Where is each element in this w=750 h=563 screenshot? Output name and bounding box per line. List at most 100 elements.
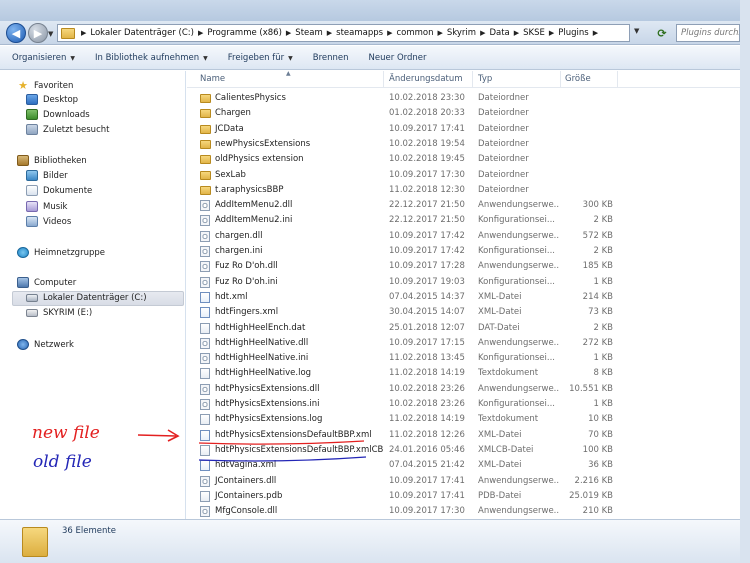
chevron-right-icon[interactable]: ▶ [284, 29, 293, 37]
table-row[interactable]: t.araphysicsBBP 11.02.2018 12:30 Dateiordn… [187, 183, 740, 198]
search-input[interactable]: Plugins durchsuchen [676, 24, 740, 42]
nav-favorites[interactable]: ★ Favoriten [17, 79, 73, 92]
breadcrumb-item[interactable]: steamapps [334, 28, 385, 38]
nav-desktop[interactable]: Desktop [26, 94, 78, 105]
chevron-right-icon[interactable]: ▶ [478, 29, 487, 37]
table-row[interactable]: AddItemMenu2.ini 22.12.2017 21:50 Konfigur… [187, 213, 740, 228]
table-row[interactable]: chargen.ini 10.09.2017 17:42 Konfiguration… [187, 244, 740, 259]
path-dropdown-button[interactable]: ▼ [634, 27, 639, 35]
nav-libraries[interactable]: Bibliotheken [17, 155, 87, 166]
table-row[interactable]: hdt.xml 07.04.2015 14:37 XML-Datei 214 KB [187, 290, 740, 305]
table-row[interactable]: Fuz Ro D'oh.dll 10.09.2017 17:28 Anwendung… [187, 259, 740, 274]
nav-computer[interactable]: Computer [17, 277, 76, 288]
table-row[interactable]: hdtPhysicsExtensions.ini 10.02.2018 23:26… [187, 397, 740, 412]
table-row[interactable]: hdtPhysicsExtensions.log 11.02.2018 14:19… [187, 412, 740, 427]
table-row[interactable]: JContainers.pdb 10.09.2017 17:41 PDB-Datei… [187, 489, 740, 504]
column-header-modified[interactable]: Änderungsdatum [389, 74, 463, 84]
column-divider[interactable] [560, 71, 561, 88]
path-field[interactable]: ▶ Lokaler Datenträger (C:) ▶ Programme (… [57, 24, 630, 42]
table-row[interactable]: hdtHighHeelNative.ini 11.02.2018 13:45 Kon… [187, 351, 740, 366]
nav-downloads[interactable]: Downloads [26, 109, 90, 120]
organize-button[interactable]: Organisieren ▼ [12, 53, 75, 63]
table-row[interactable]: hdtHighHeelEnch.dat 25.01.2018 12:07 DAT-D… [187, 321, 740, 336]
breadcrumb-item[interactable]: Data [487, 28, 511, 38]
chevron-right-icon[interactable]: ▶ [435, 29, 444, 37]
chevron-right-icon[interactable]: ▶ [79, 29, 88, 37]
folder-icon [200, 124, 211, 134]
breadcrumb-item[interactable]: SKSE [521, 28, 547, 38]
breadcrumb-item[interactable]: Plugins [556, 28, 590, 38]
chevron-right-icon[interactable]: ▶ [591, 29, 600, 37]
documents-icon [26, 185, 38, 196]
table-row[interactable]: hdtVagina.xml 07.04.2015 21:42 XML-Datei 36… [187, 458, 740, 473]
table-row[interactable]: Chargen 01.02.2018 20:33 Dateiordner [187, 106, 740, 121]
chevron-right-icon[interactable]: ▶ [385, 29, 394, 37]
sort-ascending-icon: ▲ [286, 70, 291, 77]
include-library-button[interactable]: In Bibliothek aufnehmen ▼ [95, 53, 208, 63]
column-header-name[interactable]: Name [200, 74, 225, 84]
file-name: hdtPhysicsExtensions.ini [215, 399, 320, 409]
table-row[interactable]: JContainers.dll 10.09.2017 17:41 Anwendung… [187, 474, 740, 489]
command-bar: Organisieren ▼ In Bibliothek aufnehmen ▼ F… [0, 46, 740, 70]
column-divider[interactable] [617, 71, 618, 88]
history-dropdown-button[interactable]: ▼ [48, 30, 53, 38]
table-row[interactable]: chargen.dll 10.09.2017 17:42 Anwendungserw… [187, 229, 740, 244]
table-row[interactable]: newPhysicsExtensions 10.02.2018 19:54 Date… [187, 137, 740, 152]
breadcrumb-item[interactable]: Programme (x86) [205, 28, 284, 38]
table-row[interactable]: hdtHighHeelNative.dll 10.09.2017 17:15 Anw… [187, 336, 740, 351]
nav-music[interactable]: Musik [26, 201, 67, 212]
share-button[interactable]: Freigeben für ▼ [228, 53, 293, 63]
forward-button[interactable]: ▶ [28, 23, 48, 43]
table-row[interactable]: SexLab 10.09.2017 17:30 Dateiordner [187, 168, 740, 183]
table-row[interactable]: JCData 10.09.2017 17:41 Dateiordner [187, 122, 740, 137]
nav-label: Videos [43, 216, 72, 227]
table-row[interactable]: MfgConsole.dll 10.09.2017 17:30 Anwendungs… [187, 504, 740, 519]
chevron-right-icon[interactable]: ▶ [547, 29, 556, 37]
new-folder-button[interactable]: Neuer Ordner [369, 53, 427, 63]
back-button[interactable]: ◀ [6, 23, 26, 43]
chevron-right-icon[interactable]: ▶ [325, 29, 334, 37]
table-row[interactable]: hdtHighHeelNative.log 11.02.2018 14:19 Tex… [187, 366, 740, 381]
nav-label: Bilder [43, 170, 68, 181]
breadcrumb-item[interactable]: Steam [293, 28, 324, 38]
table-row[interactable]: hdtPhysicsExtensionsDefaultBBP.xml 11.02.… [187, 428, 740, 443]
burn-button[interactable]: Brennen [313, 53, 349, 63]
breadcrumb-item[interactable]: Skyrim [445, 28, 478, 38]
table-row[interactable]: hdtPhysicsExtensions.dll 10.02.2018 23:26… [187, 382, 740, 397]
nav-recent[interactable]: Zuletzt besucht [26, 124, 109, 135]
column-divider[interactable] [472, 71, 473, 88]
file-date: 01.02.2018 20:33 [389, 108, 465, 119]
column-header-size[interactable]: Größe [565, 74, 591, 84]
nav-skyrim-drive[interactable]: SKYRIM (E:) [26, 308, 92, 318]
nav-homegroup[interactable]: Heimnetzgruppe [17, 247, 105, 258]
breadcrumb-item[interactable]: common [394, 28, 435, 38]
file-name: JCData [215, 123, 244, 134]
nav-videos[interactable]: Videos [26, 216, 71, 227]
table-row[interactable]: Fuz Ro D'oh.ini 10.09.2017 19:03 Konfigura… [187, 275, 740, 290]
nav-network[interactable]: Netzwerk [17, 339, 74, 350]
nav-pictures[interactable]: Bilder [26, 170, 68, 181]
nav-label: Netzwerk [34, 339, 74, 350]
table-row[interactable]: oldPhysics extension 10.02.2018 19:45 Date… [187, 152, 740, 167]
refresh-button[interactable]: ⟳ [654, 25, 670, 41]
table-row[interactable]: AddItemMenu2.dll 22.12.2017 21:50 Anwendun… [187, 198, 740, 213]
settings-file-icon [200, 246, 210, 257]
file-type: Dateiordner [478, 108, 529, 119]
star-icon: ★ [18, 79, 28, 92]
download-icon [26, 109, 38, 120]
file-name: hdtHighHeelNative.log [215, 368, 312, 379]
file-name: hdt.xml [215, 291, 248, 302]
column-divider[interactable] [383, 71, 384, 88]
file-size: 214 KB [582, 291, 613, 302]
chevron-right-icon[interactable]: ▶ [512, 29, 521, 37]
table-row[interactable]: CalientesPhysics 10.02.2018 23:30 Dateiord… [187, 91, 740, 106]
table-row[interactable]: hdtFingers.xml 30.04.2015 14:07 XML-Datei 7… [187, 305, 740, 320]
table-row[interactable]: hdtPhysicsExtensionsDefaultBBP.xmlCB 24.0… [187, 443, 740, 458]
column-header-type[interactable]: Typ [478, 74, 492, 84]
xml-file-icon [200, 291, 210, 303]
breadcrumb-item[interactable]: Lokaler Datenträger (C:) [88, 28, 196, 38]
nav-documents[interactable]: Dokumente [26, 185, 92, 196]
file-date: 07.04.2015 21:42 [389, 460, 465, 471]
chevron-right-icon[interactable]: ▶ [196, 29, 205, 37]
nav-local-disk[interactable]: Lokaler Datenträger (C:) [26, 293, 147, 303]
